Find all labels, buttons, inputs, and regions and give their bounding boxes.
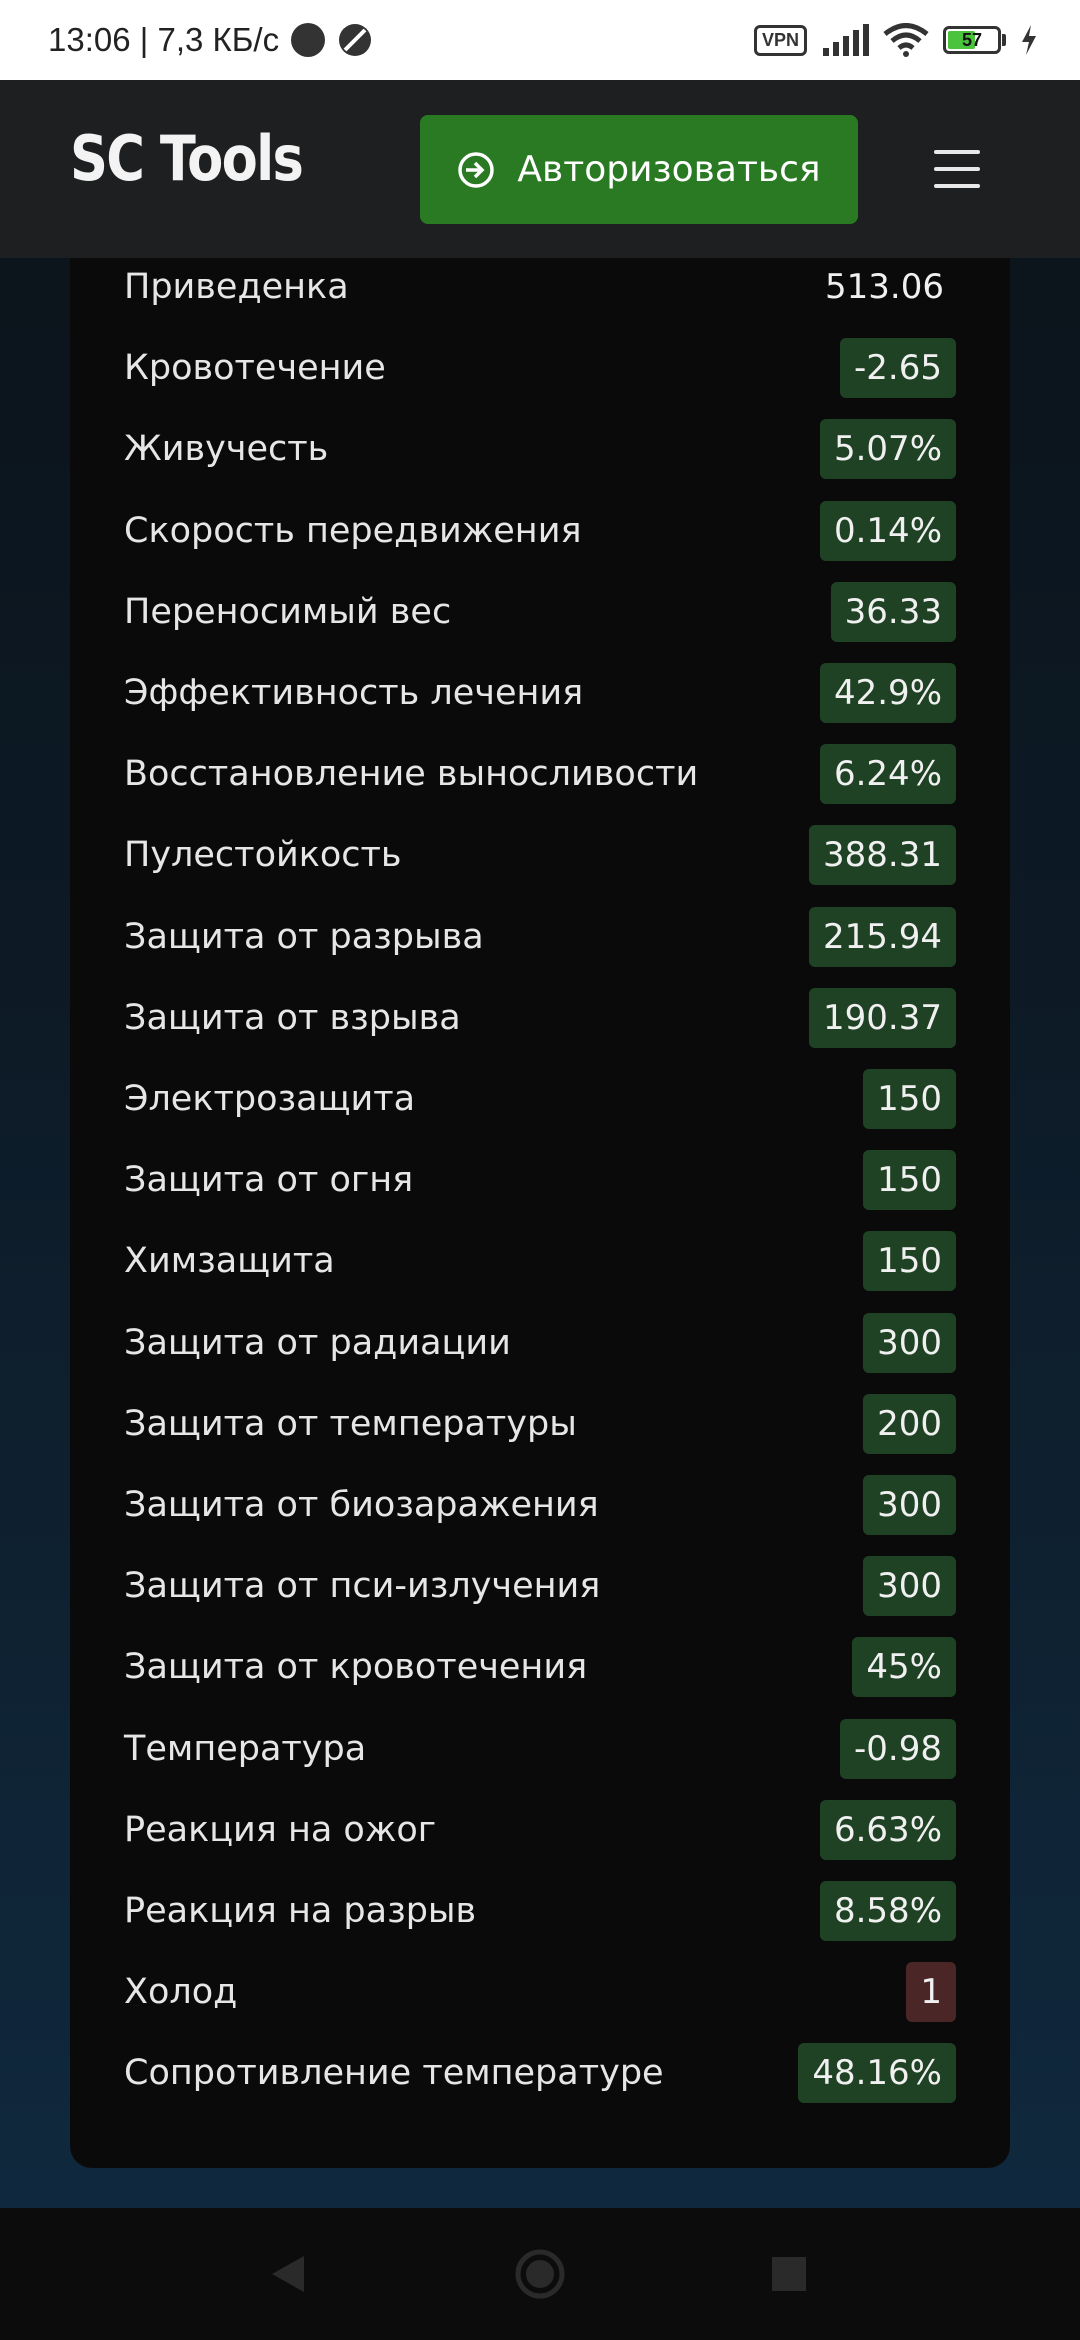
- login-button[interactable]: Авторизоваться: [420, 115, 858, 224]
- stat-label: Пулестойкость: [124, 835, 402, 876]
- stat-label: Сопротивление температуре: [124, 2053, 664, 2094]
- stat-label: Химзащита: [124, 1241, 335, 1282]
- stat-label: Эффективность лечения: [124, 673, 584, 713]
- home-circle-icon[interactable]: [514, 2248, 566, 2300]
- stat-label: Восстановление выносливости: [124, 754, 699, 795]
- stat-row: Электрозащита 150: [70, 1065, 1010, 1133]
- back-triangle-icon[interactable]: [270, 2254, 306, 2294]
- notification-dot-icon: [291, 23, 326, 57]
- recents-square-icon[interactable]: [772, 2257, 806, 2291]
- status-right: VPN 57: [753, 23, 1038, 57]
- stat-row: Живучесть 5.07%: [70, 415, 1010, 483]
- stat-row: Кровотечение -2.65: [70, 334, 1010, 402]
- stat-label: Холод: [124, 1972, 238, 2013]
- stat-row: Скорость передвижения 0.14%: [70, 497, 1010, 565]
- stat-label: Электрозащита: [124, 1079, 416, 1119]
- signal-icon: [823, 24, 869, 56]
- stat-row: Химзащита 150: [70, 1227, 1010, 1295]
- stat-label: Живучесть: [124, 429, 329, 470]
- system-nav-bar: [0, 2208, 1080, 2340]
- stat-label: Реакция на разрыв: [124, 1891, 477, 1931]
- status-left: 13:06 | 7,3 КБ/с: [48, 21, 373, 59]
- stat-value: 190.37: [809, 987, 956, 1048]
- stat-row: Приведенка 513.06: [70, 253, 1010, 321]
- stat-label: Защита от разрыва: [124, 916, 484, 957]
- stat-value: 5.07%: [819, 419, 956, 480]
- stat-row: Температура -0.98: [70, 1715, 1010, 1783]
- stat-value: 6.24%: [819, 744, 956, 805]
- stat-label: Защита от радиации: [124, 1322, 511, 1363]
- stat-label: Защита от огня: [124, 1160, 414, 1201]
- stat-label: Переносимый вес: [124, 591, 452, 632]
- wifi-icon: [883, 23, 929, 57]
- stat-row: Защита от радиации 300: [70, 1309, 1010, 1377]
- stat-value: 8.58%: [819, 1881, 956, 1941]
- stat-row: Сопротивление температуре 48.16%: [70, 2039, 1010, 2107]
- stat-row: Защита от огня 150: [70, 1146, 1010, 1214]
- stat-value: 300: [863, 1312, 956, 1373]
- stat-row: Защита от биозаражения 300: [70, 1471, 1010, 1539]
- stat-value: 1: [906, 1962, 956, 2023]
- status-time-speed: 13:06 | 7,3 КБ/с: [48, 21, 280, 58]
- stat-value: 200: [863, 1393, 956, 1454]
- stat-row: Защита от разрыва 215.94: [70, 903, 1010, 971]
- stat-value: 150: [863, 1231, 956, 1292]
- stat-value: -2.65: [840, 338, 956, 399]
- stat-row: Холод 1: [70, 1958, 1010, 2026]
- stat-value: 36.33: [830, 581, 956, 642]
- status-bar: 13:06 | 7,3 КБ/с VPN 57: [0, 0, 1080, 80]
- stat-value: 150: [863, 1150, 956, 1211]
- stat-label: Защита от кровотечения: [124, 1647, 588, 1688]
- charging-bolt-icon: [1022, 25, 1036, 55]
- stat-row: Эффективность лечения 42.9%: [70, 659, 1010, 727]
- stat-label: Защита от биозаражения: [124, 1485, 599, 1525]
- do-not-disturb-icon: [339, 24, 372, 56]
- app-header: SC Tools Авторизоваться: [0, 80, 1080, 258]
- stat-row: Пулестойкость 388.31: [70, 821, 1010, 889]
- stat-row: Переносимый вес 36.33: [70, 578, 1010, 646]
- stat-value: 300: [863, 1556, 956, 1617]
- stat-row: Защита от температуры 200: [70, 1390, 1010, 1458]
- stat-value: -0.98: [840, 1718, 956, 1779]
- stat-row: Восстановление выносливости 6.24%: [70, 740, 1010, 808]
- login-icon: [458, 151, 495, 188]
- stat-label: Защита от температуры: [124, 1403, 577, 1444]
- stat-label: Приведенка: [124, 267, 349, 307]
- stats-card: Приведенка 513.06 Кровотечение -2.65 Живучес…: [70, 258, 1010, 2168]
- vpn-badge: VPN: [753, 24, 807, 56]
- stat-value: 48.16%: [798, 2043, 956, 2104]
- stat-value: 42.9%: [819, 663, 956, 723]
- battery-icon: 57: [943, 26, 1001, 54]
- stat-label: Температура: [124, 1728, 367, 1769]
- stat-value: 6.63%: [819, 1799, 956, 1860]
- stat-row: Реакция на разрыв 8.58%: [70, 1877, 1010, 1945]
- stat-row: Защита от взрыва 190.37: [70, 984, 1010, 1052]
- stat-value: 150: [863, 1069, 956, 1129]
- stat-label: Защита от пси-излучения: [124, 1566, 601, 1607]
- stat-label: Защита от взрыва: [124, 997, 461, 1038]
- stat-label: Скорость передвижения: [124, 510, 582, 551]
- stat-label: Кровотечение: [124, 348, 386, 389]
- battery-tip: [1002, 34, 1006, 46]
- stat-value: 45%: [852, 1637, 956, 1698]
- stat-row: Реакция на ожог 6.63%: [70, 1796, 1010, 1864]
- stat-value: 0.14%: [819, 500, 956, 561]
- stat-value: 300: [863, 1475, 956, 1535]
- stat-value: 388.31: [809, 825, 956, 886]
- stat-row: Защита от пси-излучения 300: [70, 1552, 1010, 1620]
- battery-level: 57: [961, 29, 983, 50]
- brand-logo[interactable]: SC Tools: [70, 122, 304, 195]
- stat-value: 215.94: [809, 906, 956, 967]
- stat-row: Защита от кровотечения 45%: [70, 1633, 1010, 1701]
- menu-icon[interactable]: [934, 150, 980, 188]
- stat-label: Реакция на ожог: [124, 1809, 437, 1850]
- login-button-label: Авторизоваться: [517, 149, 821, 190]
- stat-value: 513.06: [825, 267, 944, 307]
